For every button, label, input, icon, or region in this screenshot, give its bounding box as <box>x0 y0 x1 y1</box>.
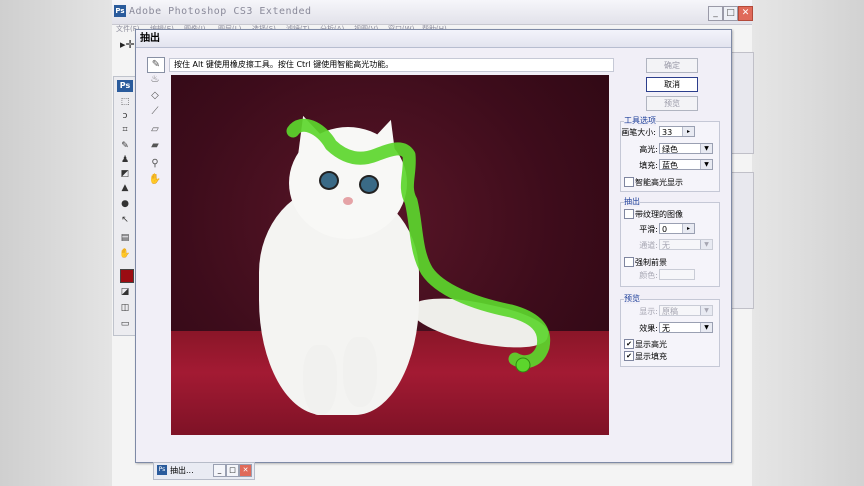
highlight-color-value: 绿色 <box>662 145 678 154</box>
taskbar-label: 抽出... <box>170 466 194 475</box>
cat-leg <box>343 337 377 407</box>
channel-select[interactable]: 无 ▼ <box>659 239 713 250</box>
channel-value: 无 <box>662 241 670 250</box>
channel-label: 通道: <box>639 241 658 250</box>
right-panel-bottom <box>730 172 754 309</box>
eraser-tool-icon[interactable]: ◇ <box>147 89 163 103</box>
taskbar-close-button[interactable]: ✕ <box>239 464 252 477</box>
screen-mode-icon[interactable]: ▭ <box>119 319 131 329</box>
brush-size-value: 33 <box>662 128 673 137</box>
fill-color-value: 蓝色 <box>662 161 678 170</box>
fill-color-label: 填充: <box>639 161 658 170</box>
effect-value: 无 <box>662 324 670 333</box>
show-label: 显示: <box>639 307 658 316</box>
eraser-tool-icon[interactable]: ◩ <box>119 169 131 179</box>
toolbox-logo-icon: Ps <box>117 80 133 92</box>
textured-image-label: 带纹理的图像 <box>635 210 683 219</box>
ok-button[interactable]: 确定 <box>646 58 698 73</box>
lasso-tool-icon[interactable]: ↄ <box>119 111 131 121</box>
taskbar-extract-item[interactable]: Ps 抽出... _ □ ✕ <box>153 462 255 480</box>
stamp-tool-icon[interactable]: ♟ <box>119 155 131 165</box>
marquee-tool-icon[interactable]: ⬚ <box>119 97 131 107</box>
show-highlight-checkbox[interactable]: ✔ <box>624 339 634 349</box>
right-panel-top <box>730 52 754 154</box>
extract-toolbar: ✎ ♨ ◇ ⟋ ▱ ▰ ⚲ ✋ <box>145 57 166 207</box>
chevron-down-icon[interactable]: ▼ <box>700 160 712 169</box>
smooth-value: 0 <box>662 225 668 234</box>
show-fill-label: 显示填充 <box>635 352 667 361</box>
show-fill-checkbox[interactable]: ✔ <box>624 351 634 361</box>
move-tool-icon[interactable]: ▸✛ <box>120 38 135 51</box>
effect-label: 效果: <box>639 324 658 333</box>
smart-highlight-label: 智能高光显示 <box>635 178 683 187</box>
smart-highlight-checkbox[interactable] <box>624 177 634 187</box>
blur-tool-icon[interactable]: ▲ <box>119 183 131 193</box>
fill-tool-icon[interactable]: ♨ <box>147 73 163 87</box>
chevron-down-icon[interactable]: ▼ <box>700 144 712 153</box>
smooth-input[interactable]: 0 ▸ <box>659 223 695 234</box>
color-swatch-field[interactable] <box>659 269 695 280</box>
force-foreground-checkbox[interactable] <box>624 257 634 267</box>
taskbar-restore-button[interactable]: □ <box>226 464 239 477</box>
fill-color-select[interactable]: 蓝色 ▼ <box>659 159 713 170</box>
chevron-down-icon[interactable]: ▼ <box>700 306 712 315</box>
cat-leg <box>303 345 337 415</box>
photoshop-logo-icon: Ps <box>114 5 126 17</box>
highlight-color-select[interactable]: 绿色 ▼ <box>659 143 713 154</box>
cat-eye <box>359 175 379 194</box>
cat-eye <box>319 171 339 190</box>
swap-colors-icon[interactable]: ◪ <box>119 287 131 297</box>
edge-touchup-tool-icon[interactable]: ▰ <box>147 139 163 153</box>
preview-button[interactable]: 预览 <box>646 96 698 111</box>
maximize-button[interactable]: □ <box>723 6 738 21</box>
desktop-left <box>0 0 112 486</box>
smooth-label: 平滑: <box>639 225 658 234</box>
healing-tool-icon[interactable]: ✎ <box>119 141 131 151</box>
brush-size-input[interactable]: 33 ▸ <box>659 126 695 137</box>
show-value: 原稿 <box>662 307 678 316</box>
tool-options-title: 工具选项 <box>624 115 656 126</box>
cat-head <box>289 127 407 239</box>
chevron-down-icon[interactable]: ▼ <box>700 240 712 249</box>
color-label: 颜色: <box>639 271 658 280</box>
cat-nose <box>343 197 353 205</box>
foreground-color-swatch[interactable] <box>120 269 134 283</box>
highlight-color-label: 高光: <box>639 145 658 154</box>
dodge-tool-icon[interactable]: ● <box>119 199 131 209</box>
zoom-tool-icon[interactable]: ⚲ <box>147 157 163 171</box>
extract-dialog: 抽出 ✎ ♨ ◇ ⟋ ▱ ▰ ⚲ ✋ 按住 Alt 键使用橡皮擦工具。按住 Ct… <box>135 29 732 463</box>
image-canvas[interactable] <box>171 75 609 435</box>
close-button[interactable]: ✕ <box>738 6 753 21</box>
hint-text: 按住 Alt 键使用橡皮擦工具。按住 Ctrl 键使用智能高光功能。 <box>169 58 614 72</box>
hand-tool-icon[interactable]: ✋ <box>119 249 131 259</box>
extraction-title: 抽出 <box>624 196 640 207</box>
toolbox: Ps ⬚ ↄ ⌗ ✎ ♟ ◩ ▲ ● ↖ ▤ ✋ ◪ ◫ ▭ <box>113 76 137 336</box>
photoshop-logo-icon: Ps <box>157 465 167 475</box>
eyedropper-tool-icon[interactable]: ⟋ <box>147 105 163 119</box>
cancel-button[interactable]: 取消 <box>646 77 698 92</box>
path-select-tool-icon[interactable]: ↖ <box>119 215 131 225</box>
desktop-right <box>752 0 864 486</box>
notes-tool-icon[interactable]: ▤ <box>119 233 131 243</box>
chevron-down-icon[interactable]: ▼ <box>700 323 712 332</box>
show-select[interactable]: 原稿 ▼ <box>659 305 713 316</box>
app-title: Adobe Photoshop CS3 Extended <box>129 6 312 17</box>
crop-tool-icon[interactable]: ⌗ <box>119 125 131 135</box>
textured-image-checkbox[interactable] <box>624 209 634 219</box>
taskbar-minimize-button[interactable]: _ <box>213 464 226 477</box>
chevron-right-icon[interactable]: ▸ <box>682 127 694 136</box>
show-highlight-label: 显示高光 <box>635 340 667 349</box>
effect-select[interactable]: 无 ▼ <box>659 322 713 333</box>
quick-mask-icon[interactable]: ◫ <box>119 303 131 313</box>
edge-highlighter-tool-icon[interactable]: ✎ <box>147 57 165 73</box>
brush-size-label: 画笔大小: <box>621 128 656 137</box>
chevron-right-icon[interactable]: ▸ <box>682 224 694 233</box>
title-bar: Ps Adobe Photoshop CS3 Extended _ □ ✕ <box>112 0 753 25</box>
cleanup-tool-icon[interactable]: ▱ <box>147 123 163 137</box>
dialog-title: 抽出 <box>136 30 731 48</box>
minimize-button[interactable]: _ <box>708 6 723 21</box>
preview-title: 预览 <box>624 293 640 304</box>
force-foreground-label: 强制前景 <box>635 258 667 267</box>
hand-tool-icon[interactable]: ✋ <box>147 173 163 187</box>
